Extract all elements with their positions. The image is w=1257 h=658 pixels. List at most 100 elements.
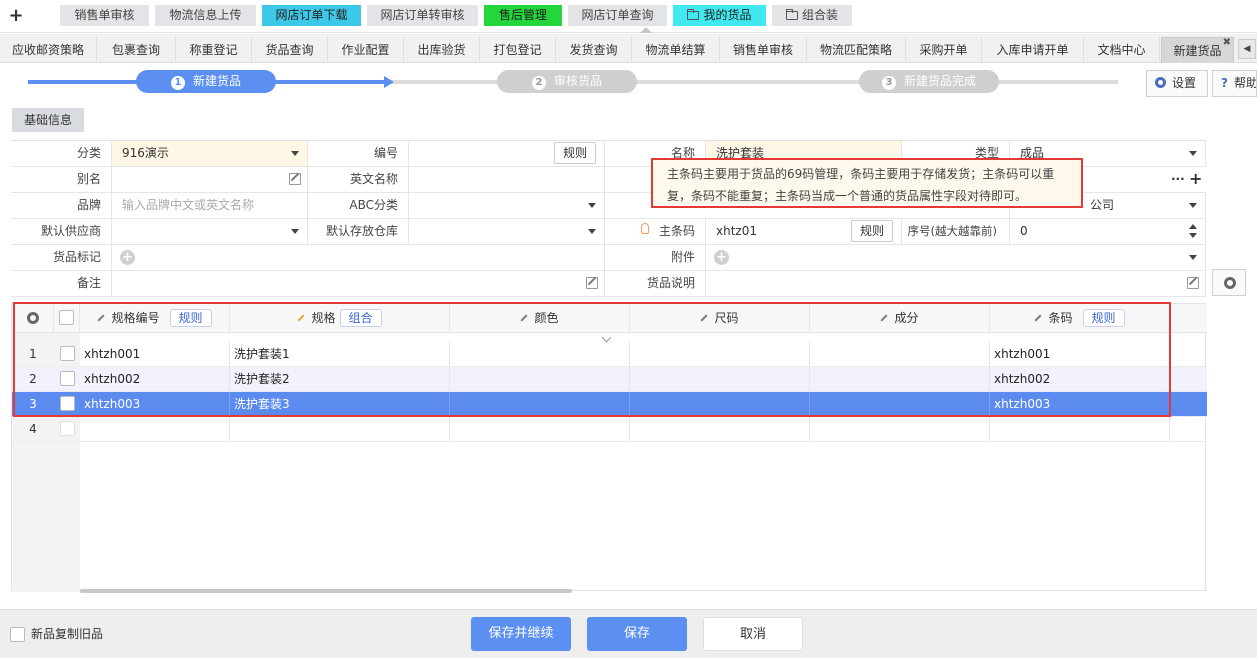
spec-combine-button[interactable]: 组合	[339, 309, 382, 327]
brand-input[interactable]: 输入品牌中文或英文名称	[111, 193, 308, 218]
main-barcode-input[interactable]: xhtz01 规则	[705, 219, 902, 244]
nav-tab[interactable]: 文档中心	[1084, 37, 1160, 63]
spec-code-rule-button[interactable]: 规则	[169, 309, 212, 327]
cell-size[interactable]	[630, 392, 810, 416]
cell-barcode[interactable]: xhtzh003	[990, 392, 1170, 416]
quick-tab-bundle[interactable]: 组合装	[772, 5, 852, 26]
form-settings-button[interactable]	[1212, 269, 1246, 296]
cell-spec[interactable]: 洗护套装3	[230, 392, 450, 416]
help-button[interactable]: ? 帮助	[1212, 70, 1257, 97]
save-button[interactable]: 保存	[587, 617, 687, 651]
nav-tab[interactable]: 货品查询	[252, 37, 328, 63]
cell-size[interactable]	[630, 417, 810, 441]
save-continue-button[interactable]: 保存并继续	[471, 617, 571, 651]
cancel-button[interactable]: 取消	[703, 617, 803, 651]
cell-size[interactable]	[630, 342, 810, 366]
close-icon[interactable]: ✖	[1223, 30, 1231, 56]
cell-barcode[interactable]: xhtzh001	[990, 342, 1170, 366]
horizontal-scrollbar[interactable]	[80, 589, 572, 593]
seq-input[interactable]: 0	[1009, 219, 1206, 244]
cell-color[interactable]	[450, 392, 630, 416]
barcode-rule-button[interactable]: 规则	[1082, 309, 1125, 327]
add-icon[interactable]: +	[1189, 167, 1202, 191]
edit-icon[interactable]	[586, 277, 598, 289]
cell-spec[interactable]: 洗护套装1	[230, 342, 450, 366]
table-row[interactable]: 1 xhtzh001 洗护套装1 xhtzh001	[12, 342, 1207, 367]
nav-tab[interactable]: 发货查询	[556, 37, 632, 63]
cell-spec-code[interactable]	[80, 417, 230, 441]
quick-tab-order-download[interactable]: 网店订单下载	[262, 5, 361, 26]
remark-input[interactable]	[111, 271, 605, 296]
category-select[interactable]: 916演示	[111, 141, 308, 166]
table-row[interactable]: 4	[12, 417, 1207, 442]
quick-tab-sales-review[interactable]: 销售单审核	[60, 5, 149, 26]
chevron-down-icon[interactable]	[1189, 255, 1197, 260]
cell-component[interactable]	[810, 367, 990, 391]
cell-spec-code[interactable]: xhtzh003	[80, 392, 230, 416]
collapse-caret-icon[interactable]	[640, 27, 652, 33]
table-row-selected[interactable]: 3 xhtzh003 洗护套装3 xhtzh003	[12, 392, 1207, 417]
cell-color[interactable]	[450, 367, 630, 391]
code-rule-button[interactable]: 规则	[554, 142, 597, 164]
nav-tab-new-goods[interactable]: 新建货品 ✖	[1161, 37, 1234, 63]
row-checkbox[interactable]	[60, 371, 75, 386]
default-warehouse-select[interactable]	[408, 219, 605, 244]
cell-spec[interactable]	[230, 417, 450, 441]
step-new-goods: 1 新建货品	[136, 70, 276, 93]
cell-spec[interactable]: 洗护套装2	[230, 367, 450, 391]
quick-tab-my-goods[interactable]: 我的货品	[673, 5, 766, 26]
nav-tab[interactable]: 物流单结算	[632, 37, 720, 63]
chevron-down-icon	[1189, 203, 1197, 208]
copy-old-checkbox[interactable]	[10, 627, 25, 642]
nav-tab[interactable]: 采购开单	[906, 37, 982, 63]
more-icon[interactable]: ···	[1171, 167, 1185, 192]
quick-tab-order-query[interactable]: 网店订单查询	[568, 5, 667, 26]
nav-tab[interactable]: 应收邮资策略	[0, 37, 97, 63]
cell-barcode[interactable]	[990, 417, 1170, 441]
row-checkbox[interactable]	[60, 346, 75, 361]
main-barcode-rule-button[interactable]: 规则	[851, 220, 894, 242]
spin-down-icon[interactable]	[1189, 233, 1197, 238]
row-checkbox[interactable]	[60, 396, 75, 411]
cell-barcode[interactable]: xhtzh002	[990, 367, 1170, 391]
add-tab-icon[interactable]: +	[8, 6, 24, 26]
quick-tab-logistics-upload[interactable]: 物流信息上传	[155, 5, 256, 26]
cell-component[interactable]	[810, 392, 990, 416]
description-input[interactable]	[705, 271, 1206, 296]
edit-icon[interactable]	[289, 173, 301, 185]
grid-settings-cell[interactable]	[12, 304, 54, 333]
nav-tab[interactable]: 物流匹配策略	[807, 37, 906, 63]
nav-tab[interactable]: 称重登记	[176, 37, 252, 63]
default-supplier-select[interactable]	[111, 219, 308, 244]
table-row[interactable]: 2 xhtzh002 洗护套装2 xhtzh002	[12, 367, 1207, 392]
nav-tab[interactable]: 入库申请开单	[982, 37, 1084, 63]
settings-button[interactable]: 设置	[1146, 70, 1208, 97]
abc-select[interactable]	[408, 193, 605, 218]
cell-component[interactable]	[810, 342, 990, 366]
add-mark-icon[interactable]: +	[120, 250, 135, 265]
nav-tab[interactable]: 包裹查询	[97, 37, 176, 63]
edit-icon[interactable]	[1187, 277, 1199, 289]
select-all-checkbox[interactable]	[59, 310, 74, 325]
nav-tab[interactable]: 打包登记	[480, 37, 556, 63]
spin-up-icon[interactable]	[1189, 224, 1197, 229]
nav-tab[interactable]: 销售单审核	[720, 37, 807, 63]
scroll-left-icon[interactable]: ◀	[1238, 39, 1256, 59]
code-input[interactable]: 规则	[408, 141, 605, 166]
cell-color[interactable]	[450, 342, 630, 366]
cell-size[interactable]	[630, 367, 810, 391]
english-name-input[interactable]	[408, 167, 605, 192]
alias-input[interactable]	[111, 167, 308, 192]
goods-mark-label: 货品标记	[52, 250, 101, 264]
cell-component[interactable]	[810, 417, 990, 441]
quick-tab-after-sales[interactable]: 售后管理	[484, 5, 562, 26]
row-checkbox[interactable]	[60, 421, 75, 436]
cell-spec-code[interactable]: xhtzh001	[80, 342, 230, 366]
cell-color[interactable]	[450, 417, 630, 441]
tab-basic-info[interactable]: 基础信息	[12, 108, 84, 132]
add-attachment-icon[interactable]: +	[714, 250, 729, 265]
nav-tab[interactable]: 出库验货	[404, 37, 480, 63]
cell-spec-code[interactable]: xhtzh002	[80, 367, 230, 391]
quick-tab-order-to-review[interactable]: 网店订单转审核	[367, 5, 478, 26]
nav-tab[interactable]: 作业配置	[328, 37, 404, 63]
